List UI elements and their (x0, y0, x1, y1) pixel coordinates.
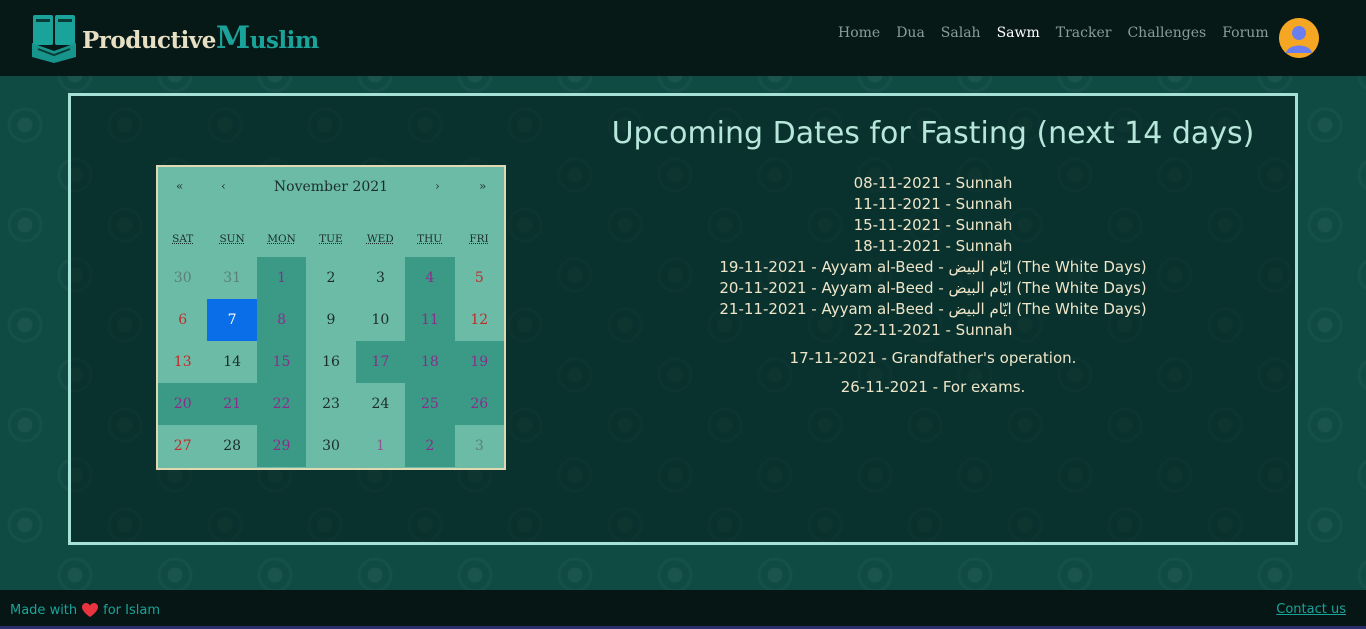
calendar-day[interactable]: 8 (256, 299, 307, 341)
calendar: « ‹ November 2021 › » SAT SUN MON TUE WE… (156, 165, 506, 470)
weekday-label: FRI (469, 233, 489, 245)
calendar-day[interactable]: 27 (158, 425, 207, 467)
list-item: 18-11-2021 - Sunnah (853, 237, 1013, 255)
calendar-day[interactable]: 18 (405, 341, 455, 383)
fasting-dates-list: 08-11-2021 - Sunnah 11-11-2021 - Sunnah … (598, 173, 1268, 341)
calendar-day[interactable]: 28 (207, 425, 256, 467)
nav-link-home[interactable]: Home (838, 25, 880, 41)
weekday-label: SUN (219, 233, 245, 245)
main-nav: Home Dua Salah Sawm Tracker Challenges F… (838, 25, 1285, 41)
nav-link-salah[interactable]: Salah (941, 25, 981, 41)
calendar-header: « ‹ November 2021 › » (158, 167, 504, 207)
calendar-day[interactable]: 20 (158, 383, 208, 425)
weekday-label: MON (267, 233, 296, 245)
calendar-grid: 30 31 1 2 3 4 5 6 7 8 9 10 11 12 13 14 1… (158, 257, 504, 467)
list-item: 15-11-2021 - Sunnah (853, 216, 1013, 234)
footer-credit: Made with for Islam (10, 602, 160, 618)
event-item: 17-11-2021 - Grandfather's operation. (789, 349, 1077, 367)
calendar-day[interactable]: 6 (158, 299, 207, 341)
page-title: Upcoming Dates for Fasting (next 14 days… (611, 116, 1255, 151)
calendar-day[interactable]: 21 (207, 383, 257, 425)
calendar-day-today[interactable]: 7 (207, 299, 257, 341)
heart-icon (82, 603, 99, 617)
book-logo-icon (32, 15, 76, 63)
calendar-day[interactable]: 9 (306, 299, 355, 341)
calendar-month-label[interactable]: November 2021 (158, 179, 504, 195)
weekday-label: SAT (172, 233, 194, 245)
navbar: ProductiveMuslim Home Dua Salah Sawm Tra… (0, 0, 1366, 76)
brand-name: ProductiveMuslim (82, 20, 319, 56)
calendar-day[interactable]: 3 (356, 257, 405, 299)
list-item: 08-11-2021 - Sunnah (853, 174, 1013, 192)
calendar-day[interactable]: 31 (207, 257, 256, 299)
events-list: 17-11-2021 - Grandfather's operation. 26… (598, 348, 1268, 398)
calendar-day[interactable]: 2 (306, 257, 355, 299)
weekday-label: THU (417, 233, 443, 245)
calendar-day[interactable]: 17 (355, 341, 406, 383)
calendar-day[interactable]: 1 (356, 425, 405, 467)
weekday-label: TUE (319, 233, 343, 245)
nav-link-forum[interactable]: Forum (1222, 25, 1268, 41)
calendar-day[interactable]: 5 (455, 257, 504, 299)
calendar-day[interactable]: 19 (454, 341, 504, 383)
calendar-day[interactable]: 29 (256, 425, 307, 467)
calendar-day[interactable]: 11 (405, 299, 455, 341)
next-year-button[interactable]: » (479, 179, 486, 193)
calendar-day[interactable]: 13 (158, 341, 207, 383)
list-item: 11-11-2021 - Sunnah (853, 195, 1013, 213)
nav-link-dua[interactable]: Dua (896, 25, 925, 41)
calendar-day[interactable]: 30 (306, 425, 355, 467)
contact-us-link[interactable]: Contact us (1276, 602, 1346, 617)
calendar-day[interactable]: 14 (207, 341, 256, 383)
calendar-day[interactable]: 15 (256, 341, 307, 383)
calendar-day[interactable]: 16 (306, 341, 355, 383)
nav-link-sawm[interactable]: Sawm (997, 25, 1040, 41)
weekday-label: WED (366, 233, 394, 245)
brand-logo[interactable]: ProductiveMuslim (30, 12, 319, 64)
calendar-day[interactable]: 1 (256, 257, 307, 299)
footer: Made with for Islam Contact us (0, 590, 1366, 626)
list-item: 22-11-2021 - Sunnah (853, 321, 1013, 339)
calendar-day[interactable]: 25 (405, 383, 455, 425)
next-month-button[interactable]: › (435, 179, 440, 193)
for-islam-text: for Islam (103, 602, 161, 618)
list-item: 20-11-2021 - Ayyam al-Beed - ايّام البيض… (719, 279, 1147, 297)
calendar-day[interactable]: 24 (356, 383, 405, 425)
list-item: 19-11-2021 - Ayyam al-Beed - ايّام البيض… (719, 258, 1147, 276)
user-avatar-icon (1279, 18, 1319, 58)
nav-link-tracker[interactable]: Tracker (1056, 25, 1112, 41)
weekday-header: SAT SUN MON TUE WED THU FRI (158, 233, 504, 245)
list-item: 21-11-2021 - Ayyam al-Beed - ايّام البيض… (719, 300, 1147, 318)
calendar-day[interactable]: 12 (455, 299, 504, 341)
calendar-day[interactable]: 2 (405, 425, 455, 467)
calendar-day[interactable]: 10 (356, 299, 405, 341)
calendar-day[interactable]: 22 (256, 383, 307, 425)
calendar-day[interactable]: 4 (405, 257, 455, 299)
nav-link-challenges[interactable]: Challenges (1127, 25, 1206, 41)
fasting-dates-section: Upcoming Dates for Fasting (next 14 days… (598, 96, 1268, 406)
user-avatar[interactable] (1279, 18, 1319, 58)
made-with-text: Made with (10, 602, 78, 618)
calendar-day[interactable]: 26 (454, 383, 504, 425)
calendar-day[interactable]: 23 (306, 383, 355, 425)
calendar-day[interactable]: 30 (158, 257, 207, 299)
event-item: 26-11-2021 - For exams. (840, 378, 1026, 396)
fasting-panel: « ‹ November 2021 › » SAT SUN MON TUE WE… (68, 93, 1298, 545)
calendar-day[interactable]: 3 (455, 425, 504, 467)
